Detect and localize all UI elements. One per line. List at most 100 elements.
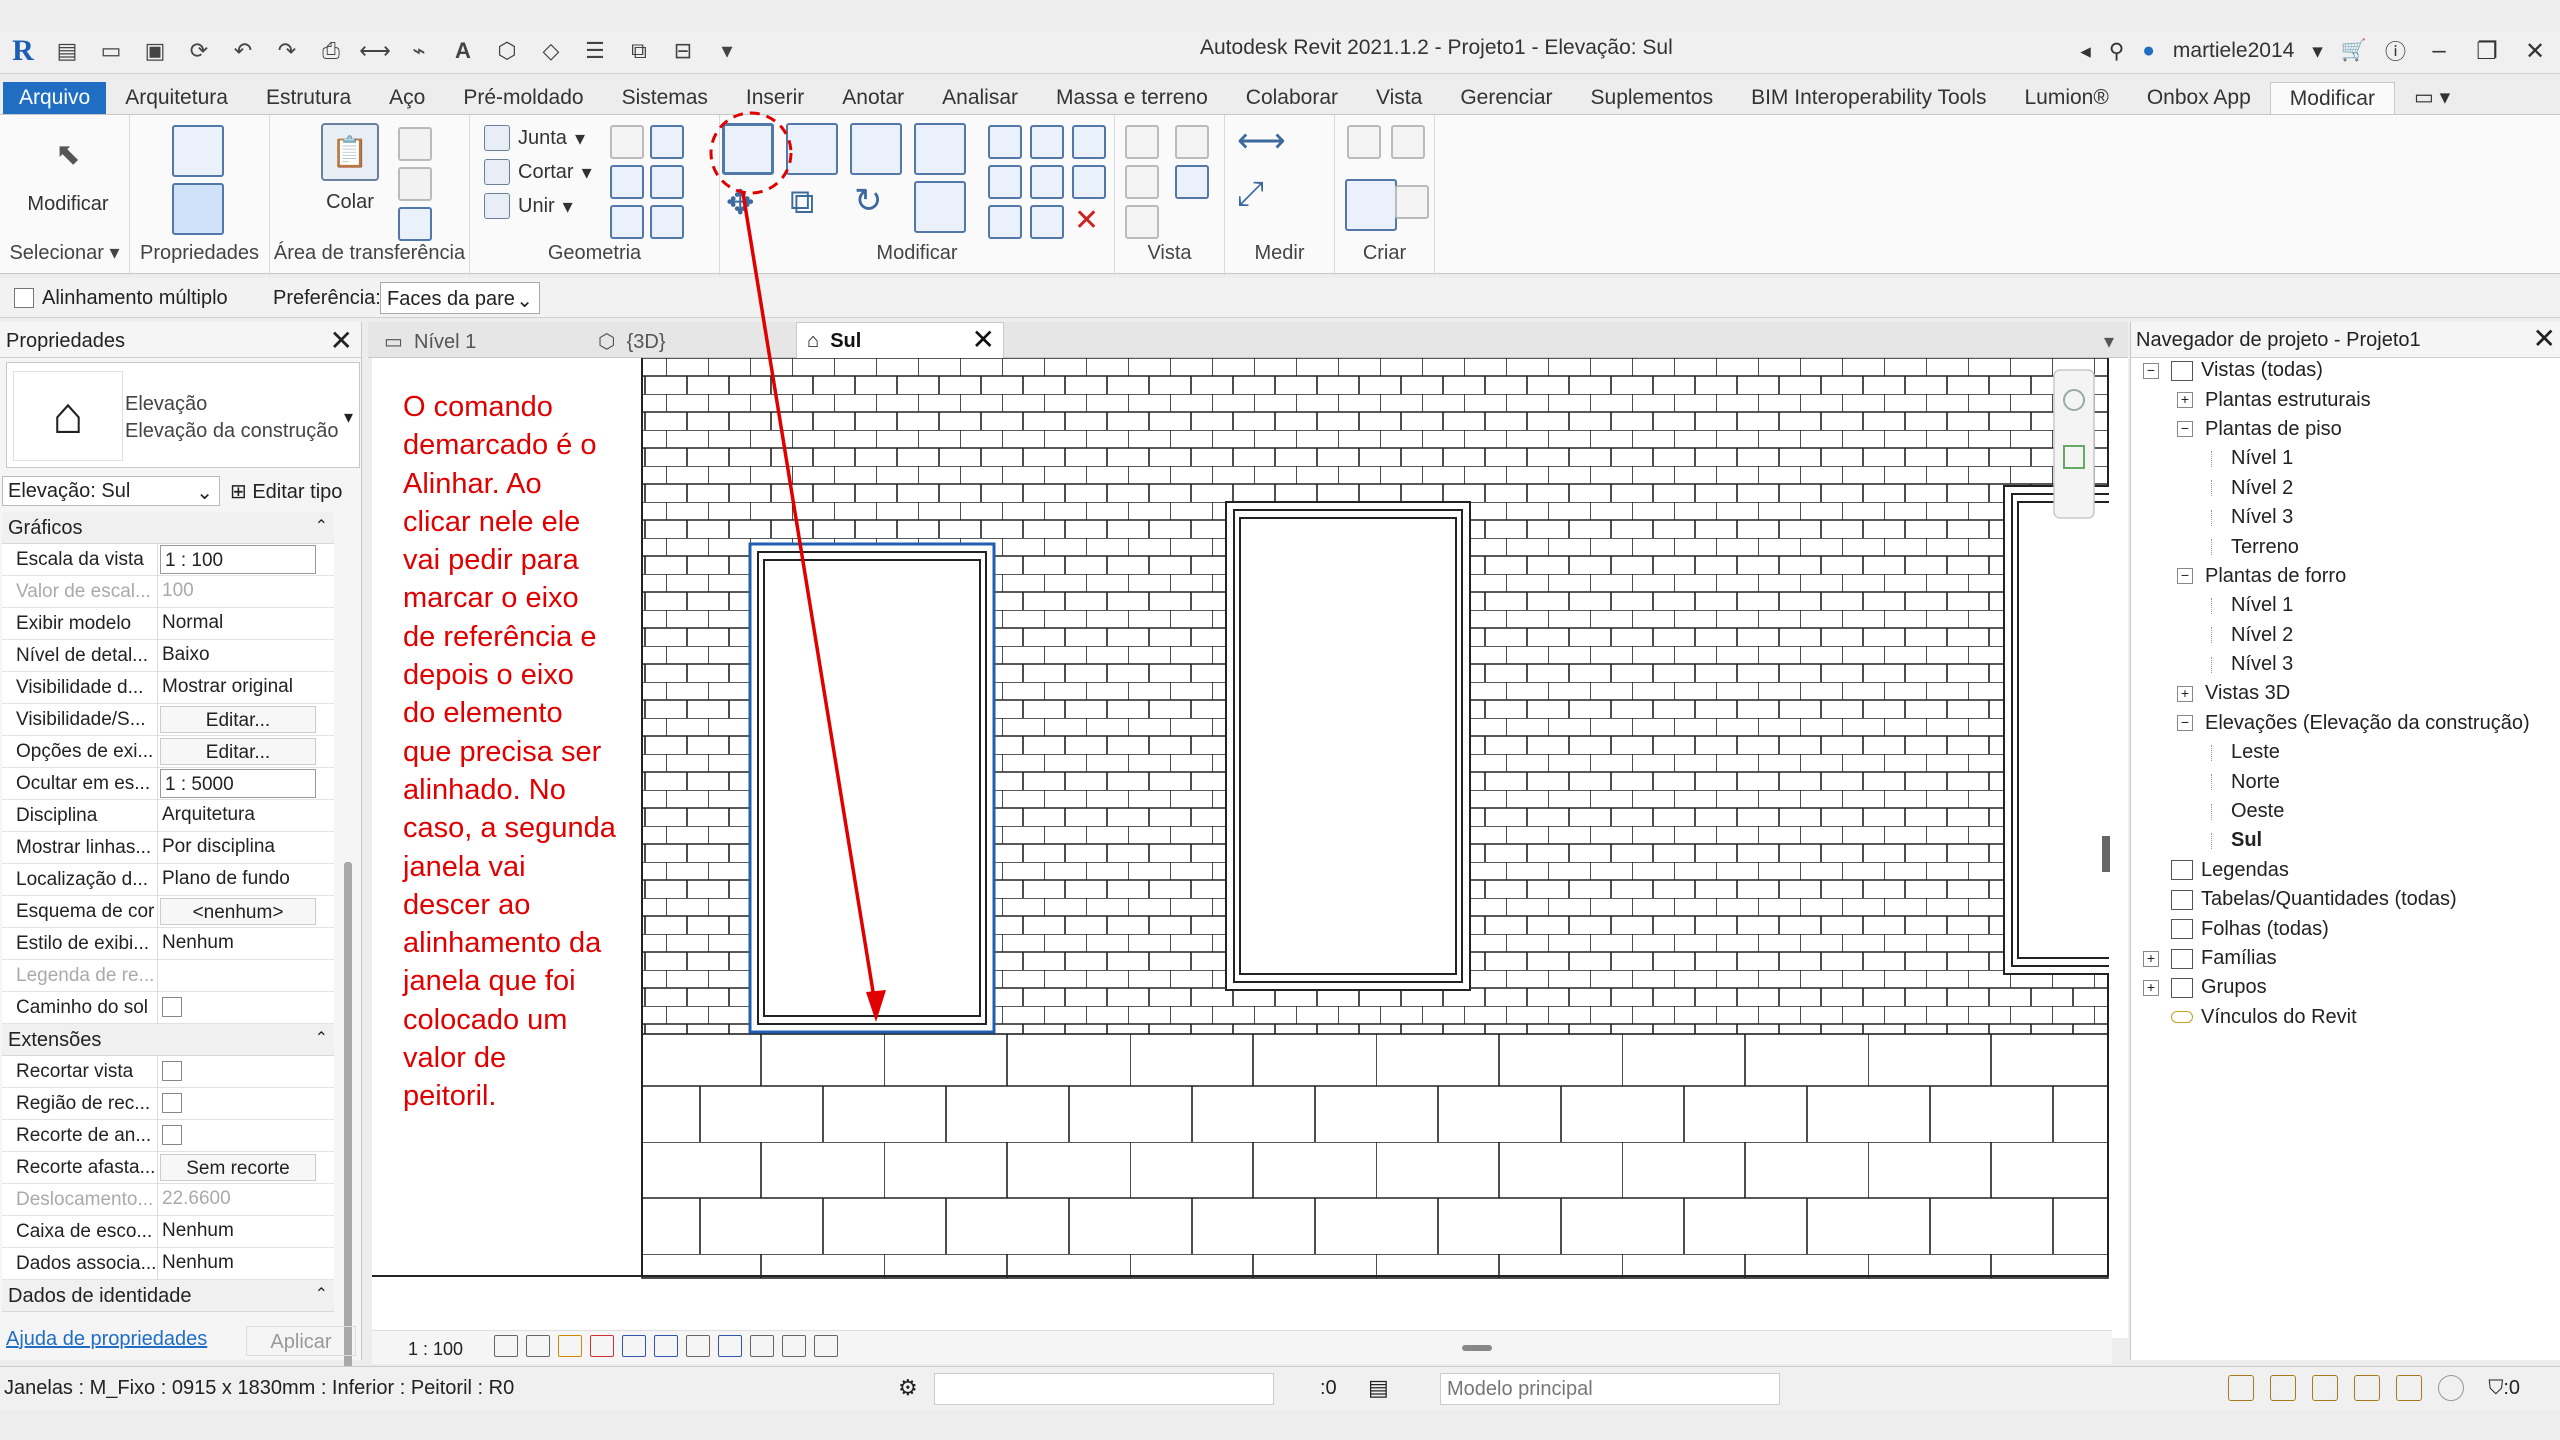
tab-sistemas[interactable]: Sistemas xyxy=(603,82,727,114)
create-parts-icon[interactable] xyxy=(1391,125,1425,159)
model-select[interactable]: Modelo principal xyxy=(1440,1373,1780,1405)
browser-item[interactable]: − Plantas de piso xyxy=(2131,415,2560,444)
browser-item[interactable]: Nível 3 xyxy=(2131,503,2560,532)
copy-icon[interactable] xyxy=(398,167,432,201)
mirror-draw-icon[interactable] xyxy=(914,123,966,175)
collapse-icon[interactable]: − xyxy=(2143,362,2159,379)
properties-help-link[interactable]: Ajuda de propriedades xyxy=(6,1328,207,1351)
user-icon[interactable]: ● xyxy=(2142,39,2155,63)
expand-icon[interactable]: + xyxy=(2143,950,2159,967)
wall-joins-icon[interactable] xyxy=(610,125,644,159)
type-dropdown-icon[interactable]: ▾ xyxy=(344,407,353,428)
property-row[interactable]: Caminho do sol xyxy=(2,992,334,1024)
cope-icon[interactable] xyxy=(610,205,644,239)
3d-view-icon[interactable]: ⬡ xyxy=(492,36,522,66)
tab-analisar[interactable]: Analisar xyxy=(923,82,1037,114)
user-name[interactable]: martiele2014 xyxy=(2173,39,2294,63)
multi-align-checkbox[interactable] xyxy=(14,288,34,308)
home-icon[interactable]: ▤ xyxy=(52,36,82,66)
split-element-icon[interactable] xyxy=(988,125,1022,159)
property-row[interactable]: Dados associa... Nenhum xyxy=(2,1248,334,1280)
property-row[interactable]: Legenda de re... xyxy=(2,960,334,992)
move-icon[interactable]: ✥ xyxy=(726,183,755,223)
tab-inserir[interactable]: Inserir xyxy=(727,82,823,114)
preference-select[interactable]: Faces da pare ⌄ xyxy=(380,282,540,314)
minimize-icon[interactable]: – xyxy=(2424,37,2454,65)
thin-lines-icon[interactable]: ☰ xyxy=(580,36,610,66)
browser-item[interactable]: Terreno xyxy=(2131,532,2560,561)
filter-count[interactable]: ⛉:0 xyxy=(2488,1377,2520,1400)
property-row[interactable]: Opções de exi... Editar... xyxy=(2,736,334,768)
unite-button[interactable]: Unir ▾ xyxy=(484,193,573,219)
select-links-icon[interactable] xyxy=(2228,1375,2254,1401)
sync-icon[interactable]: ⟳ xyxy=(184,36,214,66)
property-value[interactable]: Normal xyxy=(158,608,334,639)
property-checkbox[interactable] xyxy=(162,1093,182,1113)
background-process-icon[interactable] xyxy=(2438,1375,2464,1401)
property-value[interactable] xyxy=(158,960,334,991)
temporary-view-icon[interactable] xyxy=(782,1335,806,1357)
browser-item[interactable]: − Vistas (todas) xyxy=(2131,356,2560,385)
property-value[interactable]: Plano de fundo xyxy=(158,864,334,895)
paste-button[interactable]: 📋 Colar xyxy=(320,123,380,214)
browser-item[interactable]: Nível 2 xyxy=(2131,474,2560,503)
properties-scrollbar[interactable] xyxy=(344,862,352,1402)
linework-icon[interactable] xyxy=(1125,165,1159,199)
property-row[interactable]: Valor de escal... 100 xyxy=(2,576,334,608)
tab-massa-terreno[interactable]: Massa e terreno xyxy=(1037,82,1227,114)
property-checkbox[interactable] xyxy=(162,997,182,1017)
create-similar-icon[interactable] xyxy=(1395,185,1429,219)
property-row[interactable]: Caixa de esco... Nenhum xyxy=(2,1216,334,1248)
tab-estrutura[interactable]: Estrutura xyxy=(247,82,370,114)
horizontal-scrollbar[interactable] xyxy=(1462,1345,1492,1351)
open-icon[interactable]: ▭ xyxy=(96,36,126,66)
property-row[interactable]: Nível de detal... Baixo xyxy=(2,640,334,672)
property-value[interactable]: 22.6600 xyxy=(158,1184,334,1215)
property-row[interactable]: Exibir modelo Normal xyxy=(2,608,334,640)
ribbon-minimize-icon[interactable]: ▭ ▾ xyxy=(2395,82,2469,114)
properties-icon[interactable] xyxy=(172,183,224,235)
split-face-icon[interactable] xyxy=(650,125,684,159)
create-group-icon[interactable] xyxy=(1345,179,1397,231)
split-gap-icon[interactable] xyxy=(1030,125,1064,159)
scale-icon[interactable] xyxy=(1030,165,1064,199)
user-dropdown-icon[interactable]: ▾ xyxy=(2312,39,2323,64)
property-value[interactable]: Arquitetura xyxy=(158,800,334,831)
offset-icon[interactable] xyxy=(786,123,838,175)
delete-icon[interactable]: ✕ xyxy=(1074,203,1099,238)
property-value[interactable]: <nenhum> xyxy=(160,898,316,925)
cut-geometry-button[interactable]: Cortar ▾ xyxy=(484,159,592,185)
tab-lumion[interactable]: Lumion® xyxy=(2005,82,2127,114)
show-crop-icon[interactable] xyxy=(686,1335,710,1357)
customize-qat-icon[interactable]: ▾ xyxy=(712,36,742,66)
trim-multiple-icon[interactable] xyxy=(1030,205,1064,239)
text-icon[interactable]: A xyxy=(448,36,478,66)
align-icon[interactable] xyxy=(722,123,774,175)
property-checkbox[interactable] xyxy=(162,1061,182,1081)
expand-icon[interactable]: + xyxy=(2177,685,2193,702)
expand-icon[interactable]: + xyxy=(2177,392,2193,409)
tab-arquivo[interactable]: Arquivo xyxy=(3,82,107,114)
analytical-icon[interactable] xyxy=(814,1335,838,1357)
select-by-face-icon[interactable] xyxy=(2354,1375,2380,1401)
match-type-icon[interactable] xyxy=(398,207,432,241)
property-checkbox[interactable] xyxy=(162,1125,182,1145)
mirror-axis-icon[interactable] xyxy=(850,123,902,175)
override-icon[interactable] xyxy=(1175,125,1209,159)
browser-item[interactable]: Folhas (todas) xyxy=(2131,914,2560,943)
select-underlay-icon[interactable] xyxy=(2270,1375,2296,1401)
apply-button[interactable]: Aplicar xyxy=(246,1326,356,1356)
property-value[interactable]: Editar... xyxy=(160,738,316,765)
browser-item[interactable]: − Plantas de forro xyxy=(2131,562,2560,591)
demolish-icon[interactable] xyxy=(650,165,684,199)
help-icon[interactable]: ⓘ xyxy=(2385,36,2406,66)
rotate-icon[interactable]: ↻ xyxy=(854,181,883,221)
save-icon[interactable]: ▣ xyxy=(140,36,170,66)
browser-close-icon[interactable]: ✕ xyxy=(2533,322,2556,355)
create-assembly-icon[interactable] xyxy=(1347,125,1381,159)
browser-item[interactable]: + Vistas 3D xyxy=(2131,679,2560,708)
property-row[interactable]: Disciplina Arquitetura xyxy=(2,800,334,832)
collapse-icon[interactable]: − xyxy=(2177,568,2193,585)
property-value[interactable]: 1 : 100 xyxy=(160,545,316,574)
tab-vista[interactable]: Vista xyxy=(1357,82,1441,114)
